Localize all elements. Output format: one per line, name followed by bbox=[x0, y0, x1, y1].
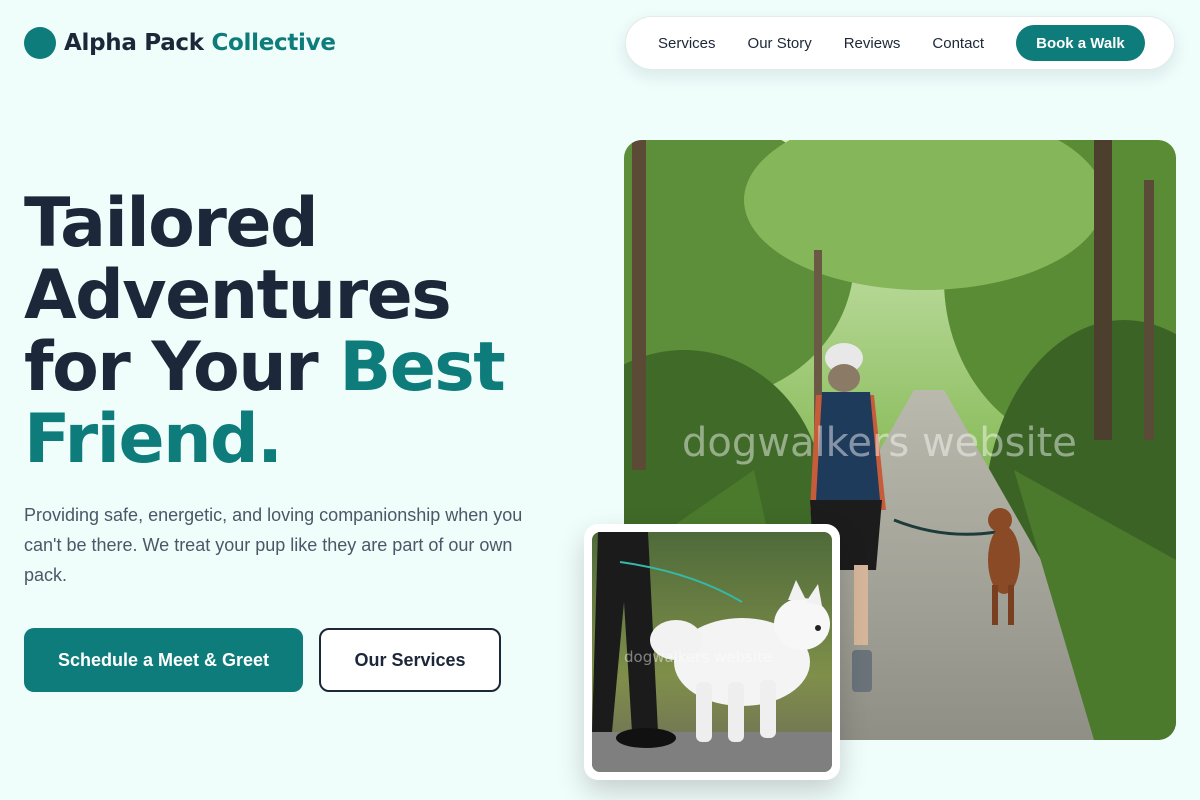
logo[interactable]: Alpha Pack Collective bbox=[24, 27, 336, 59]
headline-accent-best: Best bbox=[339, 328, 505, 407]
nav-link-services[interactable]: Services bbox=[658, 35, 716, 52]
white-dog-illustration bbox=[592, 532, 832, 772]
schedule-meet-greet-button[interactable]: Schedule a Meet & Greet bbox=[24, 628, 303, 692]
nav-link-contact[interactable]: Contact bbox=[932, 35, 984, 52]
headline-line-4: Friend. bbox=[24, 400, 283, 479]
headline-line-3-text: for Your bbox=[24, 328, 319, 407]
logo-text-accent: Collective bbox=[211, 30, 336, 56]
our-services-button[interactable]: Our Services bbox=[319, 628, 501, 692]
nav-link-our-story[interactable]: Our Story bbox=[748, 35, 812, 52]
hero-headline: Tailored Adventures for Your Best Friend… bbox=[24, 188, 584, 476]
logo-text-primary: Alpha Pack bbox=[64, 30, 204, 56]
main-nav: Services Our Story Reviews Contact Book … bbox=[625, 16, 1175, 70]
book-a-walk-button[interactable]: Book a Walk bbox=[1016, 25, 1145, 61]
white-dog-photo: dogwalkers website bbox=[592, 532, 832, 772]
nav-link-reviews[interactable]: Reviews bbox=[844, 35, 901, 52]
hero-photo-card-white-dog: dogwalkers website bbox=[584, 524, 840, 780]
hero-lead-text: Providing safe, energetic, and loving co… bbox=[24, 505, 523, 585]
headline-line-1: Tailored bbox=[24, 184, 319, 263]
headline-line-2: Adventures bbox=[24, 256, 452, 335]
logo-mark-icon bbox=[24, 27, 56, 59]
logo-text: Alpha Pack Collective bbox=[64, 30, 336, 56]
headline-line-3: for Your Best bbox=[24, 332, 584, 404]
